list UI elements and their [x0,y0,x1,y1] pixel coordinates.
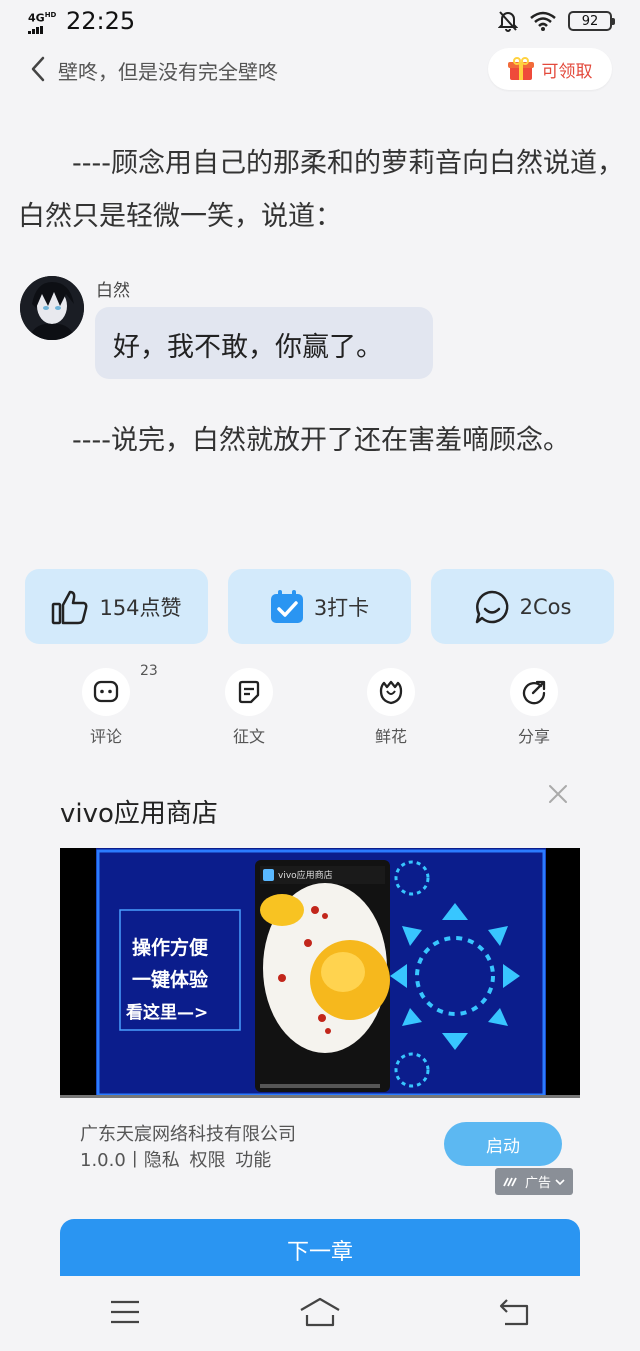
home-icon[interactable] [298,1296,342,1328]
system-nav-bar [0,1276,640,1351]
page-title: 壁咚，但是没有完全壁咚 [58,60,278,84]
comment-icon [93,680,119,703]
essay-button[interactable]: 征文 [214,668,284,747]
ad-slogan-3: 看这里—> [126,1003,209,1023]
thumbs-up-icon [52,590,88,624]
chevron-left-icon [31,56,45,82]
back-button[interactable] [30,54,54,84]
story-paragraph: ----说完，白然就放开了还在害羞嘀顾念。 [18,425,570,456]
ad-logo-icon [503,1177,517,1186]
like-button[interactable]: 154点赞 [25,569,208,644]
ad-company: 广东天宸网络科技有限公司 [80,1124,296,1145]
checkin-count: 3打卡 [313,595,370,620]
comment-count-badge: 23 [140,663,158,679]
like-count: 154点赞 [99,595,182,620]
gift-icon [507,57,534,80]
flower-icon [379,680,403,705]
reward-button[interactable]: 可领取 [488,48,612,90]
ad-meta-links[interactable]: 1.0.0丨隐私 权限 功能 [80,1146,271,1172]
flower-label: 鲜花 [374,727,407,746]
share-button[interactable]: 分享 [499,668,569,747]
ad-slogan-2: 一键体验 [132,969,209,991]
reward-label: 可领取 [541,61,593,82]
ad-launch-button[interactable]: 启动 [444,1122,562,1166]
ad-tag[interactable]: 广告 [495,1168,573,1195]
comment-label: 评论 [89,727,122,746]
chevron-down-icon [555,1178,565,1185]
story-paragraph: ----顾念用自己的那柔和的萝莉音向白然说道，白然只是轻微一笑，说道： [18,148,624,232]
wifi-icon [530,11,556,31]
dialogue-bubble: 好，我不敢，你赢了。 [95,307,433,379]
share-label: 分享 [517,727,550,746]
network-indicator: 4GHD [28,9,56,34]
clock: 22:25 [66,7,136,35]
comment-button[interactable]: 评论 [71,668,141,747]
checkin-button[interactable]: 3打卡 [228,569,411,644]
share-icon [522,680,546,705]
ad-video[interactable]: vivo应用商店 操作方便 一键体验 看这里—> [60,848,580,1098]
avatar[interactable] [20,276,84,340]
flower-button[interactable]: 鲜花 [356,668,426,747]
ad-slogan-1: 操作方便 [132,937,209,959]
menu-icon[interactable] [105,1296,145,1328]
essay-label: 征文 [232,727,265,746]
next-chapter-button[interactable]: 下一章 [60,1219,580,1281]
cos-button[interactable]: 2Cos [431,569,614,644]
close-icon[interactable] [546,782,570,806]
ad-title: vivo应用商店 [60,799,218,829]
header: 壁咚，但是没有完全壁咚 可领取 [0,44,640,94]
calendar-check-icon [270,589,303,623]
ad-app-label: vivo应用商店 [278,871,333,881]
signal-icon [28,25,56,34]
back-nav-icon[interactable] [495,1296,535,1328]
mute-bell-icon [498,11,518,32]
speaker-name: 白然 [96,281,130,301]
battery-indicator: 92 [568,11,615,31]
status-bar: 4GHD 22:25 92 [0,0,640,44]
document-icon [238,680,260,704]
cos-count: 2Cos [519,594,572,619]
chat-bubble-icon [475,590,508,623]
